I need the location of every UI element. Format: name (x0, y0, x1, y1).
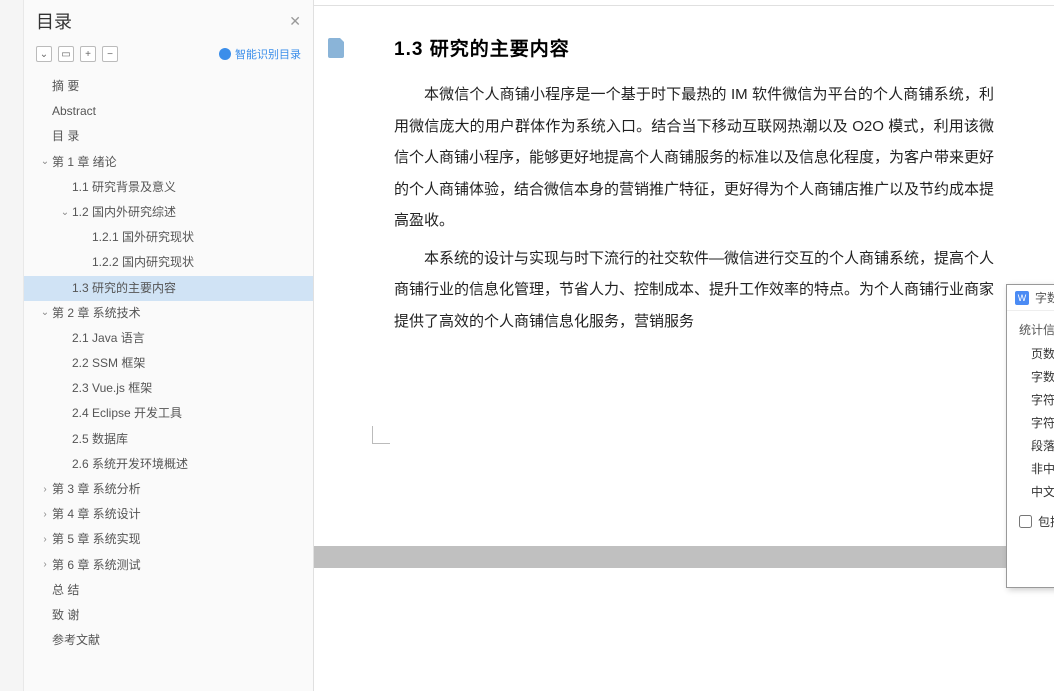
stat-row: 字符数(不计空格)19957 (1019, 388, 1054, 411)
checkbox-label: 包括文本框、脚注和尾注(F) (1038, 513, 1054, 530)
stat-label: 字符数(不计空格) (1031, 391, 1054, 408)
toc-item[interactable]: ›第 5 章 系统实现 (24, 527, 313, 552)
stat-label: 段落数 (1031, 437, 1054, 454)
toc-item[interactable]: ⌄1.2 国内外研究综述 (24, 200, 313, 225)
toc-item[interactable]: 2.1 Java 语言 (24, 326, 313, 351)
smart-toc-label: 智能识别目录 (235, 46, 301, 62)
toc-item-label: 2.4 Eclipse 开发工具 (72, 404, 182, 423)
sidebar-toolbar: ⌄ ▭ + − 智能识别目录 (24, 42, 313, 70)
sidebar-header: 目录 ✕ (24, 0, 313, 42)
toc-item-label: 1.2.2 国内研究现状 (92, 253, 194, 272)
toc-item-label: 第 6 章 系统测试 (52, 556, 141, 575)
sidebar-rail (0, 0, 24, 691)
toc-item[interactable]: ⌄第 1 章 绪论 (24, 150, 313, 175)
toc-item[interactable]: 致 谢 (24, 603, 313, 628)
toc-item-label: 2.1 Java 语言 (72, 329, 145, 348)
stats-list: 页数46字数16265字符数(不计空格)19957字符数(计空格)20759段落… (1019, 342, 1054, 503)
toc-item[interactable]: 1.2.2 国内研究现状 (24, 250, 313, 275)
page-thumbnail-icon[interactable] (328, 38, 346, 58)
toc-item-label: 2.6 系统开发环境概述 (72, 455, 188, 474)
stat-label: 中文字符 (1031, 483, 1054, 500)
stat-row: 段落数606 (1019, 434, 1054, 457)
toc-item[interactable]: Abstract (24, 99, 313, 124)
expand-all-icon[interactable]: ⌄ (36, 46, 52, 62)
document-page: 1.3 研究的主要内容 本微信个人商铺小程序是一个基于时下最热的 IM 软件微信… (374, 6, 1014, 337)
toc-item-label: 1.2 国内外研究综述 (72, 203, 176, 222)
stat-row: 字符数(计空格)20759 (1019, 411, 1054, 434)
toc-item-label: 总 结 (52, 581, 79, 600)
stat-label: 字数 (1031, 368, 1054, 385)
word-count-dialog: W 字数统计 ✕ 统计信息 页数46字数16265字符数(不计空格)19957字… (1006, 284, 1054, 588)
dot-icon (219, 48, 231, 60)
collapse-all-icon[interactable]: ▭ (58, 46, 74, 62)
toc-item-label: 第 4 章 系统设计 (52, 505, 141, 524)
toc-item-label: 第 1 章 绪论 (52, 153, 117, 172)
toc-item[interactable]: 目 录 (24, 124, 313, 149)
chevron-right-icon[interactable]: › (38, 557, 52, 573)
toc-item[interactable]: ⌄第 2 章 系统技术 (24, 301, 313, 326)
chevron-right-icon[interactable]: › (38, 507, 52, 523)
sidebar-title: 目录 (36, 8, 72, 34)
toc-item-label: 第 5 章 系统实现 (52, 530, 141, 549)
toc-item[interactable]: ›第 3 章 系统分析 (24, 477, 313, 502)
stat-row: 页数46 (1019, 342, 1054, 365)
document-area: 1.3 研究的主要内容 本微信个人商铺小程序是一个基于时下最热的 IM 软件微信… (314, 0, 1054, 691)
toc-item[interactable]: 总 结 (24, 578, 313, 603)
checkbox-input[interactable] (1019, 515, 1032, 528)
app-logo-icon: W (1015, 291, 1029, 305)
stat-label: 非中文单词 (1031, 460, 1054, 477)
toc-item-label: 目 录 (52, 127, 79, 146)
toc-item-label: 致 谢 (52, 606, 79, 625)
toc-item[interactable]: ›第 6 章 系统测试 (24, 553, 313, 578)
toc-item-label: 2.5 数据库 (72, 430, 128, 449)
stat-label: 字符数(计空格) (1031, 414, 1054, 431)
stats-group-label: 统计信息 (1019, 321, 1054, 338)
zoom-out-icon[interactable]: − (102, 46, 118, 62)
close-icon[interactable]: ✕ (289, 13, 301, 30)
toc-item-label: 第 3 章 系统分析 (52, 480, 141, 499)
paragraph: 本微信个人商铺小程序是一个基于时下最热的 IM 软件微信为平台的个人商铺系统，利… (394, 79, 994, 237)
toc-item[interactable]: 1.1 研究背景及意义 (24, 175, 313, 200)
stat-row: 非中文单词1094 (1019, 457, 1054, 480)
chevron-down-icon[interactable]: ⌄ (38, 305, 52, 321)
toc-item[interactable]: 1.2.1 国外研究现状 (24, 225, 313, 250)
toc-item[interactable]: 2.5 数据库 (24, 427, 313, 452)
toc-item[interactable]: 2.6 系统开发环境概述 (24, 452, 313, 477)
chevron-right-icon[interactable]: › (38, 482, 52, 498)
toc-item[interactable]: 2.3 Vue.js 框架 (24, 376, 313, 401)
stat-label: 页数 (1031, 345, 1054, 362)
toc-item[interactable]: 2.2 SSM 框架 (24, 351, 313, 376)
toc-item-label: 第 2 章 系统技术 (52, 304, 141, 323)
toc-item-label: 1.1 研究背景及意义 (72, 178, 176, 197)
toc-item[interactable]: 2.4 Eclipse 开发工具 (24, 401, 313, 426)
toc-item-label: 2.3 Vue.js 框架 (72, 379, 152, 398)
toc-item-label: 1.3 研究的主要内容 (72, 279, 176, 298)
include-footnotes-checkbox[interactable]: 包括文本框、脚注和尾注(F) (1019, 503, 1054, 536)
chevron-down-icon[interactable]: ⌄ (58, 205, 72, 221)
page-margin-marker (372, 426, 390, 444)
paragraph: 本系统的设计与实现与时下流行的社交软件—微信进行交互的个人商铺系统，提高个人商铺… (394, 243, 994, 338)
section-heading: 1.3 研究的主要内容 (394, 34, 994, 61)
page-gap (314, 546, 1054, 568)
chevron-down-icon[interactable]: ⌄ (38, 154, 52, 170)
toc-item-label: 参考文献 (52, 631, 100, 650)
stat-row: 字数16265 (1019, 365, 1054, 388)
toc-item-label: 2.2 SSM 框架 (72, 354, 145, 373)
toc-item[interactable]: 1.3 研究的主要内容 (24, 276, 313, 301)
toc-sidebar: 目录 ✕ ⌄ ▭ + − 智能识别目录 摘 要Abstract目 录⌄第 1 章… (24, 0, 314, 691)
toc-item-label: 1.2.1 国外研究现状 (92, 228, 194, 247)
smart-toc-link[interactable]: 智能识别目录 (219, 46, 301, 62)
dialog-titlebar[interactable]: W 字数统计 ✕ (1007, 285, 1054, 311)
chevron-right-icon[interactable]: › (38, 532, 52, 548)
stat-row: 中文字符15171 (1019, 480, 1054, 503)
toc-item[interactable]: 摘 要 (24, 74, 313, 99)
dialog-title: 字数统计 (1035, 289, 1054, 306)
toc-item[interactable]: ›第 4 章 系统设计 (24, 502, 313, 527)
toc-item-label: 摘 要 (52, 77, 79, 96)
toc-item-label: Abstract (52, 102, 96, 121)
zoom-in-icon[interactable]: + (80, 46, 96, 62)
toc-list: 摘 要Abstract目 录⌄第 1 章 绪论1.1 研究背景及意义⌄1.2 国… (24, 70, 313, 691)
toc-item[interactable]: 参考文献 (24, 628, 313, 653)
